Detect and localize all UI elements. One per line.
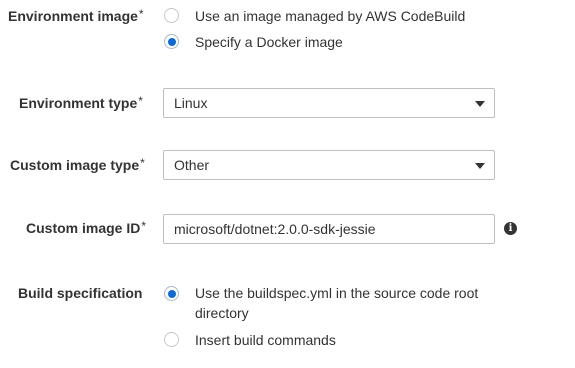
environment-type-select[interactable]: Linux <box>163 88 495 118</box>
required-mark: * <box>138 7 144 21</box>
custom-image-type-label: Custom image type* <box>10 156 145 173</box>
radio-use-buildspec-label-line2[interactable]: directory <box>195 303 249 323</box>
custom-image-id-input[interactable]: microsoft/dotnet:2.0.0-sdk-jessie <box>163 214 495 244</box>
build-specification-label: Build specification <box>18 285 143 301</box>
required-mark: * <box>141 219 147 233</box>
environment-image-label-text: Environment image <box>8 8 138 24</box>
custom-image-type-value: Other <box>174 157 210 173</box>
environment-type-value: Linux <box>174 95 208 111</box>
info-icon[interactable]: i <box>504 222 517 235</box>
radio-use-buildspec[interactable] <box>164 286 179 301</box>
environment-type-label: Environment type* <box>19 94 143 111</box>
required-mark: * <box>140 156 145 170</box>
custom-image-id-label: Custom image ID* <box>26 219 147 236</box>
radio-managed-image-label[interactable]: Use an image managed by AWS CodeBuild <box>195 6 465 26</box>
custom-image-id-label-text: Custom image ID <box>26 220 141 236</box>
radio-managed-image[interactable] <box>164 8 179 23</box>
radio-use-buildspec-label-line1[interactable]: Use the buildspec.yml in the source code… <box>195 283 478 303</box>
radio-docker-image-label[interactable]: Specify a Docker image <box>195 32 343 52</box>
required-mark: * <box>138 94 143 108</box>
environment-type-label-text: Environment type <box>19 95 138 111</box>
chevron-down-icon <box>475 101 485 107</box>
custom-image-id-value: microsoft/dotnet:2.0.0-sdk-jessie <box>174 221 376 237</box>
radio-insert-build-commands-label[interactable]: Insert build commands <box>195 330 336 350</box>
custom-image-type-select[interactable]: Other <box>163 150 495 180</box>
environment-image-label: Environment image* <box>8 7 144 24</box>
radio-docker-image[interactable] <box>164 34 179 49</box>
radio-insert-build-commands[interactable] <box>164 332 179 347</box>
chevron-down-icon <box>475 163 485 169</box>
custom-image-type-label-text: Custom image type <box>10 157 140 173</box>
